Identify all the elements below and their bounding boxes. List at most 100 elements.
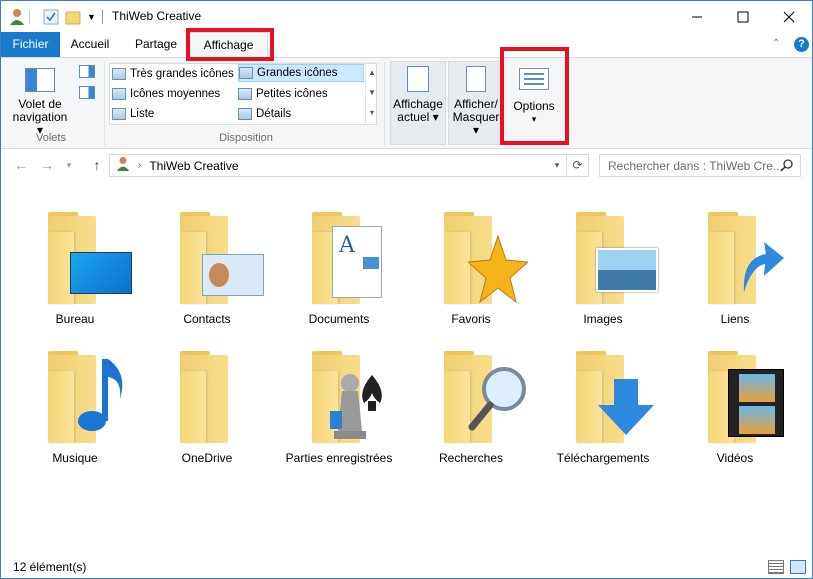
breadcrumb-chevron-icon: › <box>138 160 142 171</box>
folder-item[interactable]: Téléchargements <box>537 345 669 475</box>
film-icon <box>728 369 784 437</box>
search-placeholder: Rechercher dans : ThiWeb Cre... <box>608 158 783 173</box>
folder-item[interactable]: Vidéos <box>669 345 801 475</box>
layout-medium-icons[interactable]: Icônes moyennes <box>112 85 236 103</box>
preview-pane-icon[interactable] <box>79 65 95 78</box>
folder-item[interactable]: Liens <box>669 206 801 336</box>
refresh-button[interactable]: ⟳ <box>567 154 589 177</box>
chess-icon <box>330 374 382 439</box>
current-view-button[interactable]: Affichage actuel ▾ <box>390 62 446 124</box>
layout-extra-large-icons[interactable]: Très grandes icônes <box>112 65 236 83</box>
folder-item[interactable]: Musique <box>9 345 141 475</box>
layout-large-icons[interactable]: Grandes icônes <box>238 64 364 82</box>
maximize-button[interactable] <box>720 1 766 32</box>
layout-gallery-scroll[interactable]: ▲ ▼ ▾ <box>365 63 378 125</box>
item-label: Contacts <box>183 312 231 326</box>
list-icon <box>112 108 126 120</box>
layout-list[interactable]: Liste <box>112 105 236 123</box>
scroll-up-icon[interactable]: ▲ <box>366 63 378 83</box>
layout-label: Très grandes icônes <box>130 68 234 80</box>
breadcrumb-current[interactable]: ThiWeb Creative <box>149 159 238 173</box>
item-label: Favoris <box>451 312 491 326</box>
folder-item[interactable]: Parties enregistrées <box>273 345 405 475</box>
layout-small-icons[interactable]: Petites icônes <box>238 85 362 103</box>
highlight-view-tab <box>186 28 274 61</box>
back-button[interactable]: ← <box>11 154 31 176</box>
large-icons-icon <box>239 67 253 79</box>
customize-toolbar-icon[interactable]: ▼ <box>87 7 96 27</box>
close-button[interactable] <box>766 1 812 32</box>
minimize-button[interactable] <box>674 1 720 32</box>
folder-item[interactable]: OneDrive <box>141 345 273 475</box>
item-label: Vidéos <box>716 451 754 465</box>
layout-label: Grandes icônes <box>257 67 338 79</box>
recent-locations-icon[interactable]: ▾ <box>59 154 79 176</box>
folder-item[interactable]: Images <box>537 206 669 336</box>
ribbon: Volet de navigation ▾ Volets Très grande… <box>1 57 812 149</box>
folder-item[interactable]: Favoris <box>405 206 537 336</box>
folder-icon <box>34 345 123 445</box>
folder-item[interactable]: Bureau <box>9 206 141 336</box>
scroll-down-icon[interactable]: ▼ <box>366 83 378 103</box>
show-hide-button[interactable]: Afficher/ Masquer ▾ <box>448 62 504 137</box>
medium-icons-icon <box>112 88 126 100</box>
folder-item[interactable]: Contacts <box>141 206 273 336</box>
document-icon: A <box>332 226 382 298</box>
forward-button[interactable]: → <box>37 154 57 176</box>
folder-icon <box>562 345 654 445</box>
address-bar[interactable]: › ThiWeb Creative <box>109 154 567 177</box>
address-dropdown-icon[interactable]: ▾ <box>547 154 567 177</box>
folder-icon <box>166 345 248 445</box>
help-icon[interactable]: ? <box>794 37 809 52</box>
desktop-icon <box>70 252 132 294</box>
highlight-options-button <box>500 47 569 145</box>
details-view-icon[interactable] <box>768 560 784 574</box>
item-label: OneDrive <box>181 451 233 465</box>
extra-large-icons-icon <box>112 68 126 80</box>
download-arrow-icon <box>598 379 654 435</box>
folder-icon <box>298 345 382 445</box>
layout-label: Icônes moyennes <box>130 88 221 100</box>
expand-gallery-icon[interactable]: ▾ <box>366 103 378 123</box>
search-icon <box>780 158 794 175</box>
item-label: Parties enregistrées <box>285 451 393 465</box>
details-pane-icon[interactable] <box>79 86 95 99</box>
folder-icon: A <box>298 206 382 306</box>
navigation-pane-icon <box>25 68 55 92</box>
layout-label: Petites icônes <box>256 88 328 100</box>
layout-group-label: Disposition <box>219 132 273 144</box>
explorer-window: ▼ ThiWeb Creative Fichier Accueil Partag… <box>0 0 813 579</box>
large-icons-view-icon[interactable] <box>790 560 806 574</box>
properties-icon[interactable] <box>43 7 59 27</box>
star-icon <box>468 234 528 304</box>
item-label: Musique <box>52 451 98 465</box>
search-input[interactable]: Rechercher dans : ThiWeb Cre... <box>599 154 801 177</box>
ribbon-tab-row: Fichier Accueil Partage Affichage ⌃ ? <box>1 32 812 58</box>
item-label: Liens <box>720 312 750 326</box>
folder-user-icon <box>9 7 25 27</box>
tab-share[interactable]: Partage <box>120 32 192 57</box>
item-label: Bureau <box>55 312 95 326</box>
show-hide-label-2: Masquer ▾ <box>452 110 500 137</box>
folder-item[interactable]: Recherches <box>405 345 537 475</box>
navigation-pane-button[interactable]: Volet de navigation ▾ <box>9 62 71 137</box>
new-folder-icon[interactable] <box>65 7 81 27</box>
details-icon <box>238 108 252 120</box>
up-button[interactable]: ↑ <box>87 154 107 176</box>
folder-icon <box>562 206 658 306</box>
folder-icon <box>694 206 784 306</box>
folder-icon <box>34 206 132 306</box>
folder-icon <box>430 206 528 306</box>
tab-home[interactable]: Accueil <box>60 32 120 57</box>
current-view-label-2: actuel ▾ <box>397 110 439 124</box>
item-count: 12 élément(s) <box>13 560 87 574</box>
current-view-icon <box>407 66 429 92</box>
tab-file[interactable]: Fichier <box>1 32 60 57</box>
chevron-up-icon[interactable]: ⌃ <box>772 38 780 49</box>
folder-user-icon <box>116 156 130 175</box>
folder-icon <box>166 206 264 306</box>
contact-card-icon <box>202 254 264 296</box>
music-note-icon <box>78 359 123 431</box>
folder-item[interactable]: A Documents <box>273 206 405 336</box>
layout-details[interactable]: Détails <box>238 105 362 123</box>
